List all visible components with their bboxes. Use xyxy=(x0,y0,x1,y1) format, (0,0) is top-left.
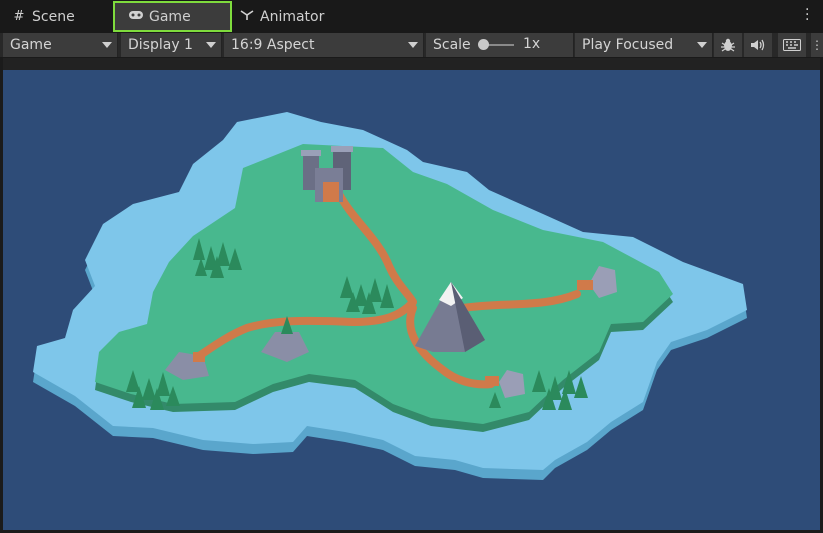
scale-value: 1x xyxy=(523,36,541,52)
tab-game-label: Game xyxy=(149,8,191,25)
tab-animator-label: Animator xyxy=(260,8,325,25)
tab-animator[interactable]: Animator xyxy=(238,1,324,32)
more-options-icon[interactable]: · · · xyxy=(805,3,809,27)
display-label: Display 1 xyxy=(128,37,193,53)
game-view-dropdown[interactable]: Game xyxy=(3,33,118,57)
scale-label: Scale xyxy=(433,37,471,53)
animator-icon xyxy=(238,9,256,25)
grid-icon: # xyxy=(13,9,25,24)
overflow-toolbar-icon[interactable]: ⋮ xyxy=(811,33,823,57)
viewport-top-strip xyxy=(0,58,823,70)
keyboard-icon[interactable] xyxy=(778,33,806,57)
game-toolbar: Game Display 1 16:9 Aspect Scale 1x Play… xyxy=(0,33,823,58)
tab-scene[interactable]: # Scene xyxy=(10,1,75,32)
hut xyxy=(193,352,205,362)
aspect-dropdown[interactable]: 16:9 Aspect xyxy=(224,33,424,57)
chevron-down-icon xyxy=(408,42,418,48)
game-viewport[interactable] xyxy=(3,70,820,530)
bug-icon[interactable] xyxy=(714,33,742,57)
chevron-down-icon xyxy=(697,42,707,48)
hut xyxy=(485,376,499,386)
island-scene xyxy=(33,112,747,480)
hut xyxy=(577,280,593,290)
chevron-down-icon xyxy=(206,42,216,48)
scale-slider-handle[interactable] xyxy=(478,39,489,50)
audio-icon[interactable] xyxy=(744,33,772,57)
game-view-label: Game xyxy=(10,37,52,53)
scale-control: Scale 1x xyxy=(426,33,574,57)
play-mode-label: Play Focused xyxy=(582,37,674,53)
play-mode-dropdown[interactable]: Play Focused xyxy=(575,33,713,57)
aspect-label: 16:9 Aspect xyxy=(231,37,315,53)
tab-scene-label: Scene xyxy=(32,8,75,25)
display-dropdown[interactable]: Display 1 xyxy=(121,33,222,57)
gamepad-icon xyxy=(127,9,145,25)
chevron-down-icon xyxy=(102,42,112,48)
tab-game[interactable]: Game xyxy=(113,1,232,32)
tab-bar: # Scene Game Animator · · · xyxy=(0,0,823,33)
